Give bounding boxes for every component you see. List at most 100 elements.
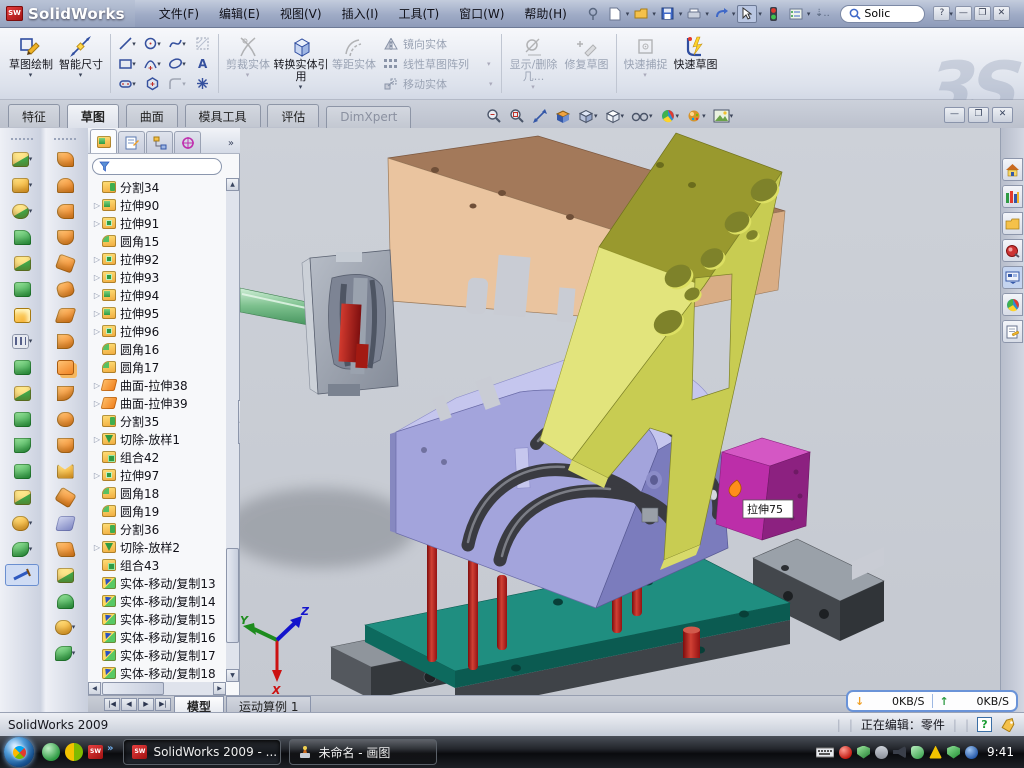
doc-restore-button[interactable]: ❐ [968, 107, 989, 123]
surface-tool-icon-17[interactable] [48, 564, 82, 586]
tree-item[interactable]: 圆角16 [88, 340, 226, 358]
sketch-button[interactable]: 草图绘制▾ [6, 30, 56, 97]
tree-item[interactable]: ▷曲面-拉伸39 [88, 394, 226, 412]
surface-spline-icon[interactable]: ▾ [48, 642, 82, 664]
tab-evaluate[interactable]: 评估 [267, 104, 319, 127]
motion-study-tab[interactable]: 运动算例 1 [226, 696, 311, 712]
tree-item[interactable]: 圆角18 [88, 484, 226, 502]
minimize-button[interactable]: — [955, 6, 972, 21]
tray-badge-icon[interactable] [875, 746, 888, 759]
hide-show-items-icon[interactable]: ▾ [631, 109, 653, 123]
menu-tools[interactable]: 工具(T) [388, 2, 449, 25]
tree-item[interactable]: ▷拉伸90 [88, 196, 226, 214]
mirror-entities-button[interactable]: 镜向实体 [383, 35, 493, 53]
tree-item[interactable]: ▷切除-放样2 [88, 538, 226, 556]
section-view-icon[interactable] [555, 108, 571, 124]
tray-messenger-icon[interactable] [911, 746, 924, 759]
tree-item[interactable]: ▷拉伸91 [88, 214, 226, 232]
rapid-sketch-button[interactable]: 快速草图 [671, 30, 721, 97]
feature-manager-tab[interactable] [90, 129, 117, 153]
tree-item[interactable]: ▷曲面-拉伸38 [88, 376, 226, 394]
tab-features[interactable]: 特征 [8, 104, 60, 127]
tree-item[interactable]: 圆角19 [88, 502, 226, 520]
body-tool-icon-2[interactable] [5, 382, 39, 404]
ellipse-icon[interactable]: ▾ [165, 54, 189, 73]
edit-appearance-icon[interactable]: ▾ [686, 108, 706, 124]
spline-icon[interactable]: ▾ [165, 34, 189, 53]
last-tab-icon[interactable]: ▶| [155, 698, 171, 711]
mold-tool-icon-1[interactable]: ▾ [5, 148, 39, 170]
solidworks-search-icon[interactable] [1002, 239, 1023, 262]
trim-entities-button[interactable]: 剪裁实体▾ [223, 30, 273, 97]
tree-item[interactable]: 实体-移动/复制13 [88, 574, 226, 592]
mold-tool-icon-5[interactable] [5, 252, 39, 274]
new-document-icon[interactable] [605, 5, 625, 23]
surface-tool-icon-9[interactable] [48, 356, 82, 378]
dimxpert-manager-tab[interactable] [174, 131, 201, 153]
tree-hscrollbar[interactable]: ◀ ▶ [88, 682, 226, 695]
body-tool-icon-1[interactable] [5, 356, 39, 378]
measure-tool-icon[interactable] [5, 564, 39, 586]
surface-tool-icon-1[interactable] [48, 148, 82, 170]
quicklaunch-messenger-icon[interactable] [42, 743, 60, 761]
surface-tool-icon-13[interactable] [48, 460, 82, 482]
tab-surfaces[interactable]: 曲面 [126, 104, 178, 127]
undo-icon[interactable] [711, 5, 731, 23]
tab-dimxpert[interactable]: DimXpert [326, 106, 411, 129]
scroll-left-icon[interactable]: ◀ [88, 682, 101, 695]
surface-tool-icon-11[interactable] [48, 408, 82, 430]
surface-tool-icon-16[interactable] [48, 538, 82, 560]
custom-properties-icon[interactable] [1002, 320, 1023, 343]
surface-tool-icon-2[interactable] [48, 174, 82, 196]
surface-tool-icon-4[interactable] [48, 226, 82, 248]
solidworks-resources-icon[interactable] [1002, 158, 1023, 181]
tag-icon[interactable] [1000, 718, 1016, 732]
tray-volume-icon[interactable] [893, 746, 906, 759]
taskbar-item-paint[interactable]: 未命名 - 画图 [289, 739, 437, 765]
mold-tool-icon-3[interactable]: ▾ [5, 200, 39, 222]
move-entities-button[interactable]: 移动实体▾ [383, 75, 493, 93]
tree-item[interactable]: ▷拉伸97 [88, 466, 226, 484]
tray-security-green-icon[interactable] [857, 746, 870, 759]
surface-tool-icon-12[interactable] [48, 434, 82, 456]
surface-tool-icon-15[interactable] [48, 512, 82, 534]
polygon-icon[interactable] [140, 74, 164, 93]
slot-icon[interactable]: ▾ [115, 74, 139, 93]
tree-item[interactable]: 分割36 [88, 520, 226, 538]
save-icon[interactable] [658, 5, 678, 23]
mold-tool-icon-6[interactable] [5, 278, 39, 300]
close-button[interactable]: ✕ [993, 6, 1010, 21]
scroll-up-icon[interactable]: ▲ [226, 178, 239, 191]
quick-snaps-button[interactable]: 快速捕捉▾ [621, 30, 671, 97]
sketch-fillet-icon[interactable]: ▾ [165, 74, 189, 93]
taskbar-item-solidworks[interactable]: SW SolidWorks 2009 - ... [123, 739, 281, 765]
surface-tool-icon-6[interactable] [48, 278, 82, 300]
tree-item[interactable]: ▷切除-放样1 [88, 430, 226, 448]
spline-tool-icon[interactable]: ▾ [5, 538, 39, 560]
quicklaunch-chevron-icon[interactable]: » [107, 743, 113, 754]
menu-view[interactable]: 视图(V) [270, 2, 332, 25]
tray-sync-icon[interactable] [965, 746, 978, 759]
surface-tool-icon-3[interactable] [48, 200, 82, 222]
design-library-icon[interactable] [1002, 185, 1023, 208]
appearance-icon[interactable]: ⇣.. [812, 5, 832, 23]
circle-icon[interactable]: ▾ [140, 34, 164, 53]
configuration-manager-tab[interactable] [146, 131, 173, 153]
toolbar-grip[interactable] [11, 138, 33, 142]
prev-tab-icon[interactable]: ◀ [121, 698, 137, 711]
view-settings-icon[interactable]: ▾ [660, 108, 680, 124]
tree-item[interactable]: ▷拉伸96 [88, 322, 226, 340]
appearances-icon[interactable] [1002, 293, 1023, 316]
surface-tool-icon-10[interactable] [48, 382, 82, 404]
body-tool-icon-5[interactable] [5, 460, 39, 482]
tree-item[interactable]: 组合42 [88, 448, 226, 466]
tree-item[interactable]: ▷拉伸95 [88, 304, 226, 322]
display-delete-relations-button[interactable]: 显示/删除几...▾ [506, 30, 562, 97]
scroll-right-icon[interactable]: ▶ [213, 682, 226, 695]
body-tool-icon-4[interactable] [5, 434, 39, 456]
surface-tool-icon-8[interactable] [48, 330, 82, 352]
menu-edit[interactable]: 编辑(E) [209, 2, 270, 25]
select-icon[interactable] [737, 5, 757, 23]
mold-tool-icon-7[interactable] [5, 304, 39, 326]
tree-item[interactable]: ▷拉伸93 [88, 268, 226, 286]
